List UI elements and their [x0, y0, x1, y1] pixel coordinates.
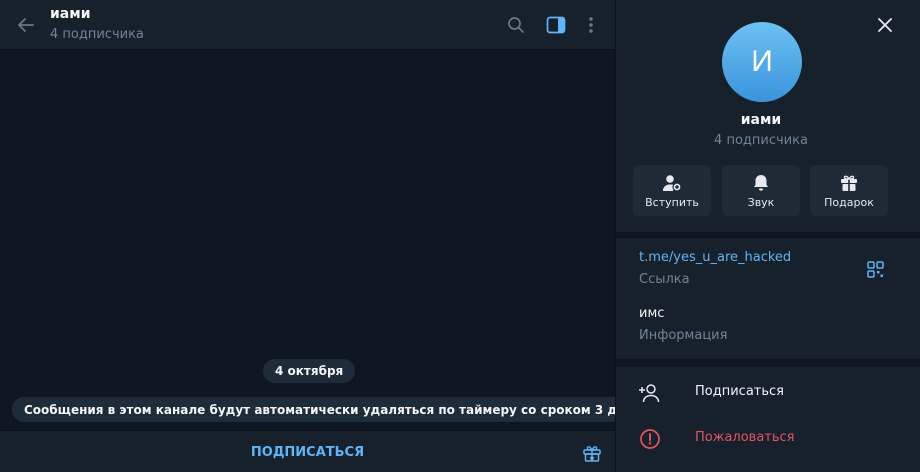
join-button[interactable]: Вступить [633, 165, 711, 216]
add-user-icon [633, 173, 711, 193]
divider [616, 359, 920, 367]
channel-info-panel: И иами 4 подписчика Вступить Звук Подаро… [615, 0, 920, 472]
channel-link[interactable]: t.me/yes_u_are_hacked [639, 250, 791, 265]
gift-icon [810, 173, 888, 193]
menu-report-label: Пожаловаться [695, 430, 795, 445]
avatar[interactable]: И [722, 22, 802, 102]
subscribe-button[interactable]: ПОДПИСАТЬСЯ [0, 431, 615, 472]
sound-button[interactable]: Звук [722, 165, 800, 216]
more-options-icon[interactable] [577, 11, 605, 39]
avatar-letter: И [751, 45, 773, 78]
chat-header: иами 4 подписчика [0, 0, 615, 50]
gift-label: Подарок [824, 196, 874, 209]
channel-subscribers: 4 подписчика [714, 133, 808, 148]
qr-code-icon[interactable] [865, 259, 885, 279]
chat-subtitle: 4 подписчика [50, 27, 144, 42]
service-message: Сообщения в этом канале будут автоматиче… [12, 397, 646, 422]
gift-button[interactable]: Подарок [810, 165, 888, 216]
join-label: Вступить [645, 196, 699, 209]
divider [616, 232, 920, 238]
link-label: Ссылка [639, 272, 690, 287]
sound-label: Звук [747, 196, 775, 209]
bottom-bar: ПОДПИСАТЬСЯ [0, 430, 615, 472]
back-arrow-icon[interactable] [12, 11, 40, 39]
info-label: Информация [639, 328, 728, 343]
menu-subscribe[interactable]: Подписаться [616, 371, 920, 415]
sidebar-toggle-icon[interactable] [542, 11, 570, 39]
menu-report[interactable]: Пожаловаться [616, 417, 920, 461]
channel-description: имс [639, 306, 665, 321]
report-icon [638, 427, 662, 451]
menu-subscribe-label: Подписаться [695, 384, 784, 399]
date-separator: 4 октября [263, 359, 356, 383]
close-icon[interactable] [872, 12, 898, 38]
search-icon[interactable] [502, 11, 530, 39]
gift-icon[interactable] [580, 442, 604, 464]
chat-pane: иами 4 подписчика 4 октября Сообщения в … [0, 0, 646, 472]
add-user-icon [638, 381, 662, 405]
chat-title[interactable]: иами [50, 6, 91, 22]
channel-name: иами [740, 112, 782, 128]
bell-icon [722, 173, 800, 193]
